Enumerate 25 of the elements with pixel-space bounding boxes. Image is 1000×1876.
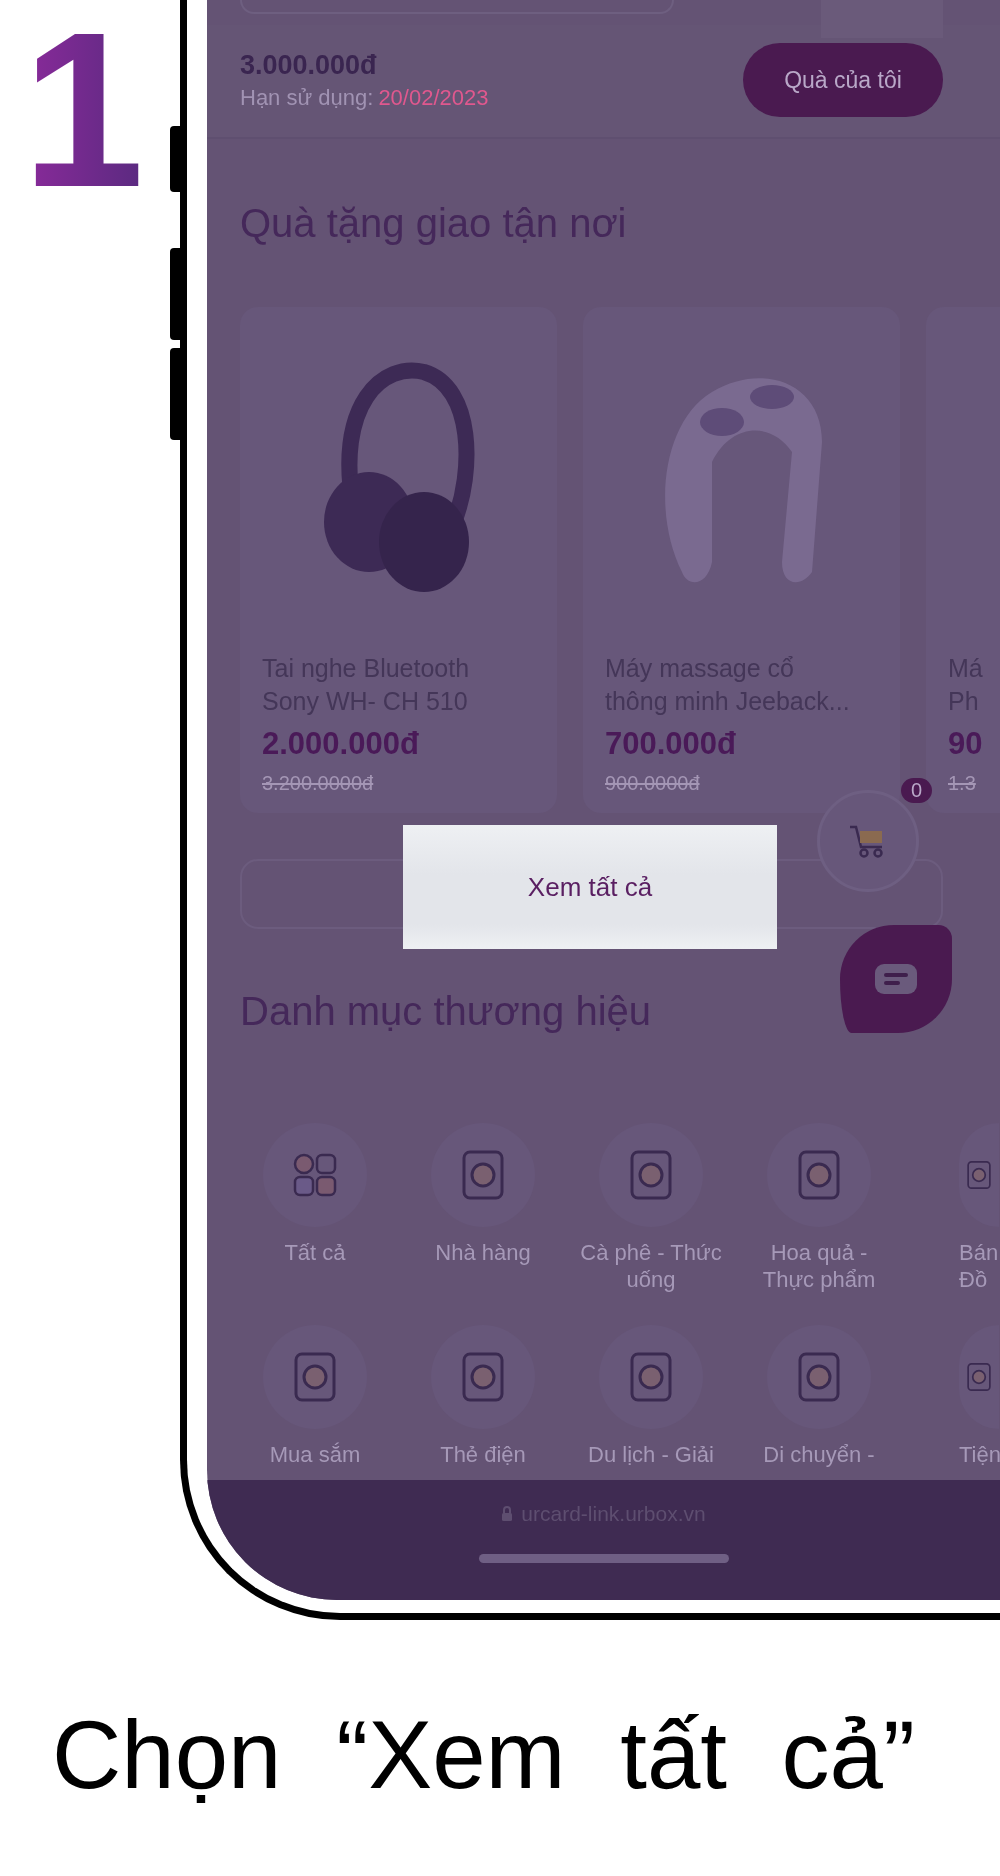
expiry-label: Hạn sử dụng:	[240, 84, 374, 111]
old-price: 900.0000đ	[605, 772, 701, 795]
category-label: Thẻ điện	[439, 1441, 527, 1468]
caption: Chọn “Xem tất cả”	[52, 1700, 915, 1810]
chat-icon	[873, 962, 919, 996]
category-label: Du lịch - Giải	[587, 1441, 715, 1468]
product-price: 90	[948, 726, 984, 762]
category-label: Di chuyển -	[762, 1441, 876, 1468]
old-price: 3.200.0000đ	[262, 772, 375, 795]
category-label: Bán Đồ	[959, 1239, 999, 1293]
product-price: 2.000.000đ	[262, 726, 420, 762]
product-price: 700.000đ	[605, 726, 737, 762]
category-label: Cà phê - Thức uống	[579, 1239, 723, 1293]
category-label: Tiện	[959, 1441, 999, 1468]
lock-icon	[501, 1506, 514, 1522]
view-all-button[interactable]: Xem tất cả	[403, 825, 777, 949]
chat-button[interactable]	[840, 925, 952, 1033]
old-price: 1.3	[948, 772, 977, 795]
category-label: Mua sắm	[268, 1441, 362, 1468]
cart-count-badge: 0	[901, 778, 933, 803]
category-label: Hoa quả - Thực phẩm	[761, 1239, 877, 1293]
my-gifts-button[interactable]: Quà của tôi	[743, 43, 943, 117]
category-label: Tất cả	[283, 1239, 347, 1266]
category-label: Nhà hàng	[434, 1239, 532, 1266]
expiry-date: 20/02/2023	[378, 84, 489, 111]
